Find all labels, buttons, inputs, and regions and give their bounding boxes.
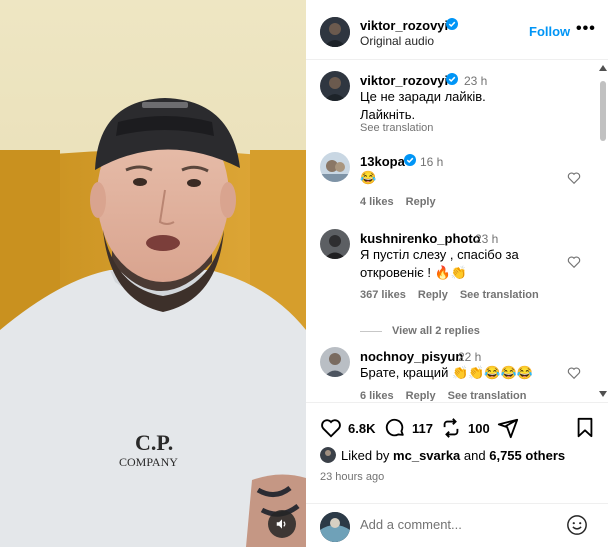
comment-meta: 367 likes Reply See translation xyxy=(360,289,551,301)
author-username[interactable]: viktor_rozovyi xyxy=(360,18,448,33)
video-frame-illustration: C.P. COMPANY xyxy=(0,0,306,547)
reel-video[interactable]: C.P. COMPANY xyxy=(0,0,306,547)
caption-time: 23 h xyxy=(464,74,488,88)
post-header: viktor_rozovyi Original audio Follow ••• xyxy=(306,0,608,60)
comment-bubble-icon[interactable] xyxy=(384,417,406,439)
caption-username[interactable]: viktor_rozovyi xyxy=(360,73,448,88)
heart-icon[interactable] xyxy=(320,417,342,439)
view-replies-label[interactable]: View all 2 replies xyxy=(392,325,480,337)
current-user-avatar xyxy=(320,512,350,542)
comment-text-line2: откровеніє ! 🔥👏 xyxy=(360,265,467,280)
liker-avatar[interactable] xyxy=(320,447,336,463)
like-count: 6.8K xyxy=(348,420,376,436)
comment-username[interactable]: nochnoy_pisyun xyxy=(360,349,463,364)
svg-text:COMPANY: COMPANY xyxy=(119,455,178,469)
comment-likes[interactable]: 367 likes xyxy=(360,289,406,301)
author-avatar[interactable] xyxy=(320,17,350,47)
verified-badge-icon xyxy=(404,154,416,169)
commenter-avatar[interactable] xyxy=(320,229,350,259)
comment-time: 23 h xyxy=(475,232,499,246)
liked-by-others[interactable]: 6,755 others xyxy=(489,448,565,463)
reply-button[interactable]: Reply xyxy=(418,289,448,301)
see-translation-link[interactable]: See translation xyxy=(448,390,527,401)
caption-see-translation[interactable]: See translation xyxy=(360,122,433,134)
smiley-icon[interactable] xyxy=(566,514,588,536)
comment-text-line1: Я пустіл слезу , спасібо за xyxy=(360,247,519,262)
verified-badge-icon xyxy=(446,73,458,88)
comment-input[interactable] xyxy=(360,517,560,532)
like-action[interactable]: 6.8K xyxy=(320,417,375,439)
comment-time: 16 h xyxy=(420,155,444,169)
comment-meta: 6 likes Reply See translation xyxy=(360,390,538,401)
speaker-icon xyxy=(276,519,286,529)
bookmark-icon[interactable] xyxy=(574,417,596,439)
repost-count: 100 xyxy=(468,420,490,436)
scrollbar-thumb[interactable] xyxy=(600,81,606,141)
comment-meta: 4 likes Reply xyxy=(360,196,448,208)
liked-by-and: and xyxy=(463,447,486,463)
comment-time: 22 h xyxy=(458,350,482,364)
mute-toggle-button[interactable] xyxy=(268,510,296,538)
scroll-down-arrow-icon[interactable] xyxy=(599,391,607,397)
comment-likes[interactable]: 6 likes xyxy=(360,390,394,401)
comments-scrollbar[interactable] xyxy=(597,61,608,401)
svg-text:C.P.: C.P. xyxy=(135,430,173,455)
comment-like-heart-icon[interactable] xyxy=(567,171,581,185)
comment-likes[interactable]: 4 likes xyxy=(360,196,394,208)
comment-action[interactable]: 117 xyxy=(384,417,433,439)
more-options-button[interactable]: ••• xyxy=(576,21,596,37)
comment-text: Брате, кращий 👏👏😂😂😂 xyxy=(360,365,533,380)
post-timestamp[interactable]: 23 hours ago xyxy=(320,471,384,483)
comment-count: 117 xyxy=(412,420,433,436)
view-replies-toggle[interactable]: View all 2 replies xyxy=(360,325,480,337)
comment-like-heart-icon[interactable] xyxy=(567,255,581,269)
add-comment-bar xyxy=(306,503,608,547)
verified-badge-icon xyxy=(446,18,458,33)
caption-text-line1: Це не заради лайків. xyxy=(360,89,486,104)
comment-username[interactable]: 13kopa xyxy=(360,154,405,169)
follow-button[interactable]: Follow xyxy=(529,24,570,39)
comment-username[interactable]: kushnirenko_photo xyxy=(360,231,481,246)
replies-divider xyxy=(360,330,382,332)
caption-avatar[interactable] xyxy=(320,71,350,101)
post-detail-panel: viktor_rozovyi Original audio Follow •••… xyxy=(306,0,608,547)
reply-button[interactable]: Reply xyxy=(406,390,436,401)
scroll-up-arrow-icon[interactable] xyxy=(599,65,607,71)
liked-by-row: Liked by mc_svarka and 6,755 others xyxy=(320,447,565,463)
comments-list[interactable]: viktor_rozovyi 23 h Це не заради лайків.… xyxy=(306,61,608,401)
liked-by-prefix: Liked by xyxy=(341,447,390,463)
commenter-avatar[interactable] xyxy=(320,347,350,377)
comment-like-heart-icon[interactable] xyxy=(567,366,581,380)
author-avatar-image xyxy=(320,17,350,47)
post-actions: 6.8K 117 100 Liked by mc_svarka and 6,75… xyxy=(306,402,608,547)
repost-action[interactable]: 100 xyxy=(440,417,490,439)
comment-text: 😂 xyxy=(360,170,377,185)
audio-link[interactable]: Original audio xyxy=(360,34,434,48)
paper-plane-icon[interactable] xyxy=(497,417,519,439)
see-translation-link[interactable]: See translation xyxy=(460,289,539,301)
commenter-avatar[interactable] xyxy=(320,152,350,182)
reply-button[interactable]: Reply xyxy=(406,196,436,208)
liked-by-user[interactable]: mc_svarka xyxy=(393,448,460,463)
repost-icon[interactable] xyxy=(440,417,462,439)
